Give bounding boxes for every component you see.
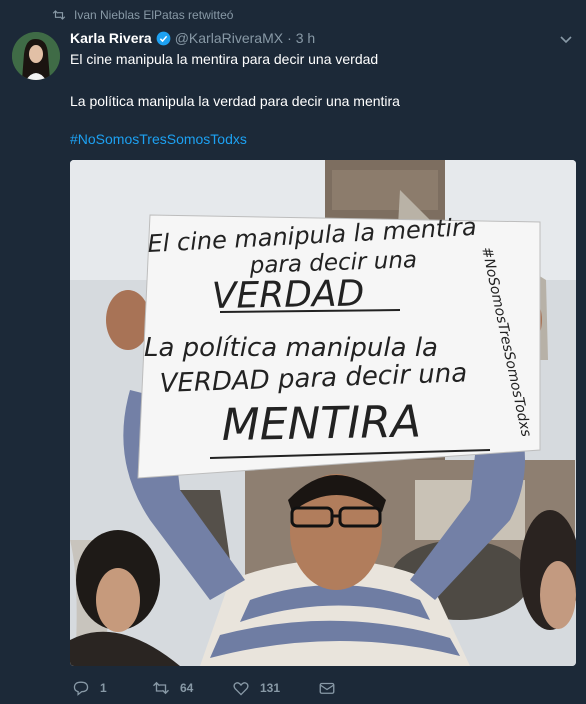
retweet-icon <box>52 10 66 20</box>
retweet-icon <box>153 681 169 695</box>
tweet-photo[interactable]: El cine manipula la mentira para decir u… <box>70 160 576 666</box>
reply-button[interactable]: 1 <box>72 680 152 696</box>
retweet-context-text: Ivan Nieblas ElPatas retwitteó <box>74 8 234 22</box>
reply-count: 1 <box>100 681 107 695</box>
header-separator: · <box>287 30 292 46</box>
tweet-actions: 1 64 131 <box>72 680 336 696</box>
direct-message-button[interactable] <box>318 680 336 696</box>
author-handle[interactable]: @KarlaRiveraMX <box>175 30 283 46</box>
sign-line-6: MENTIRA <box>221 397 421 451</box>
hashtag-link[interactable]: #NoSomosTresSomosTodxs <box>70 131 247 147</box>
tweet-header: Karla Rivera @KarlaRiveraMX · 3 h <box>70 30 315 46</box>
like-count: 131 <box>260 681 281 695</box>
verified-badge-icon <box>156 31 171 45</box>
tweet-text-line-2: La política manipula la verdad para deci… <box>70 93 400 109</box>
envelope-icon <box>319 682 335 694</box>
retweet-context[interactable]: Ivan Nieblas ElPatas retwitteó <box>52 8 233 22</box>
retweet-count: 64 <box>180 681 194 695</box>
retweet-button[interactable]: 64 <box>152 680 232 696</box>
timestamp[interactable]: 3 h <box>296 30 315 46</box>
avatar[interactable] <box>12 32 60 80</box>
heart-icon <box>233 682 249 696</box>
sign-line-4: La política manipula la <box>144 333 438 363</box>
chevron-down-icon[interactable] <box>560 36 572 44</box>
tweet-text-line-1: El cine manipula la mentira para decir u… <box>70 51 379 67</box>
author-name[interactable]: Karla Rivera <box>70 30 152 46</box>
reply-icon <box>73 681 89 696</box>
like-button[interactable]: 131 <box>232 680 318 696</box>
